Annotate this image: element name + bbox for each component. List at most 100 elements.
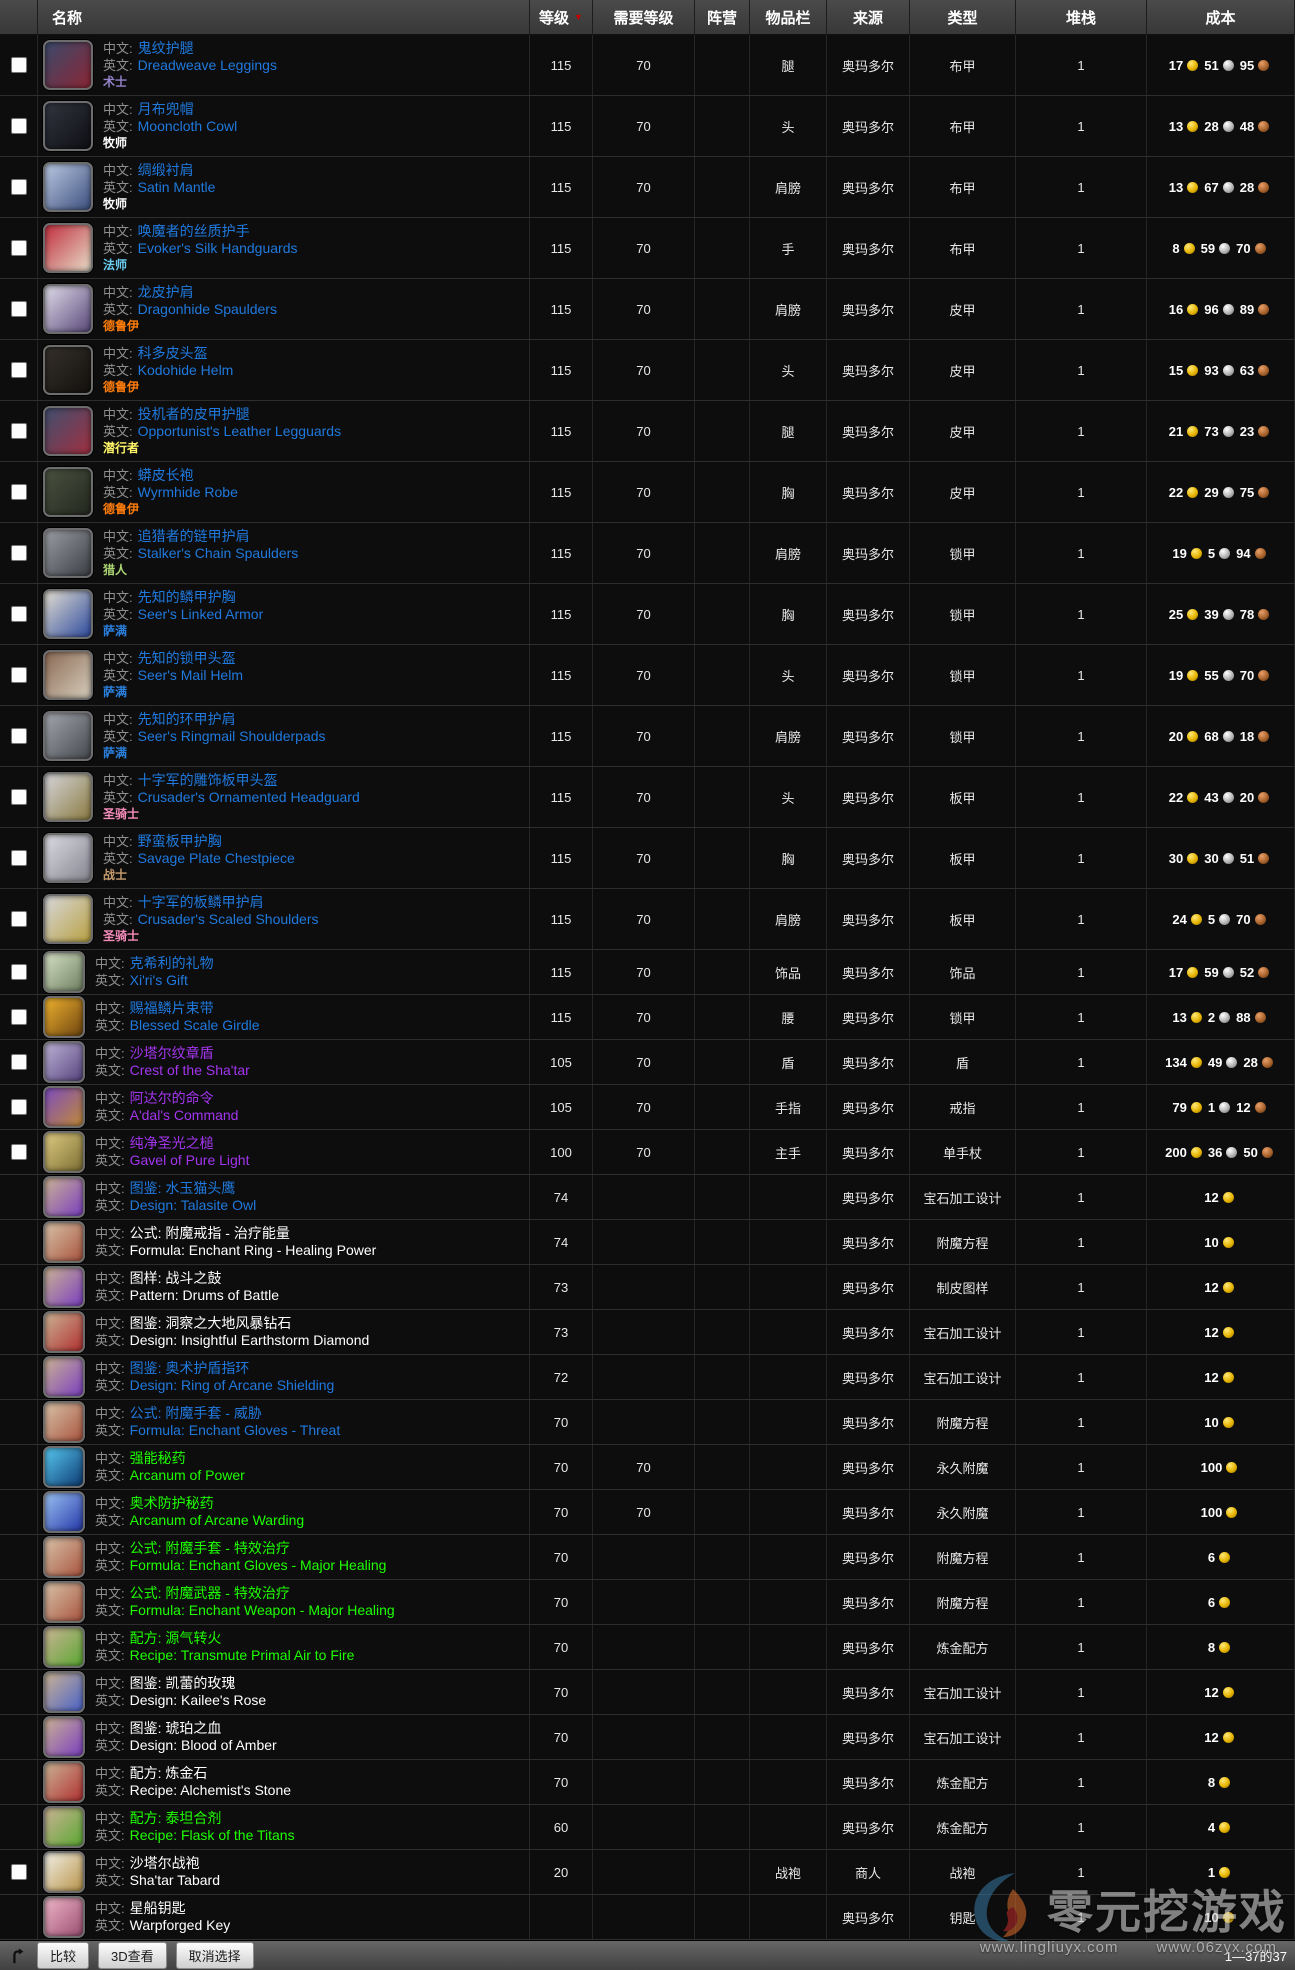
column-header-lvl[interactable]: 等级▼ (530, 0, 593, 35)
column-header-stack[interactable]: 堆栈 (1016, 0, 1147, 35)
item-icon[interactable] (43, 1626, 85, 1668)
item-name-zh[interactable]: 强能秘药 (130, 1450, 186, 1466)
item-icon[interactable] (43, 1671, 85, 1713)
item-name-zh[interactable]: 野蛮板甲护胸 (138, 833, 222, 849)
item-name-zh[interactable]: 月布兜帽 (138, 101, 194, 117)
item-icon[interactable] (43, 1446, 85, 1488)
item-name-zh[interactable]: 图鉴: 洞察之大地风暴钻石 (130, 1315, 292, 1331)
item-icon[interactable] (43, 467, 93, 517)
item-name-zh[interactable]: 蟒皮长袍 (138, 467, 194, 483)
item-name-en[interactable]: Design: Blood of Amber (130, 1737, 277, 1753)
item-name-en[interactable]: Gavel of Pure Light (130, 1152, 250, 1168)
item-name-zh[interactable]: 十字军的板鳞甲护肩 (138, 894, 264, 910)
item-icon[interactable] (43, 1806, 85, 1848)
item-icon[interactable] (43, 1896, 85, 1938)
item-name-en[interactable]: Seer's Linked Armor (138, 606, 264, 622)
item-icon[interactable] (43, 40, 93, 90)
item-name-zh[interactable]: 十字军的雕饰板甲头盔 (138, 772, 278, 788)
row-checkbox[interactable] (11, 850, 27, 866)
row-checkbox[interactable] (11, 606, 27, 622)
item-icon[interactable] (43, 1086, 85, 1128)
item-name-zh[interactable]: 图鉴: 水玉猫头鹰 (130, 1180, 236, 1196)
item-icon[interactable] (43, 162, 93, 212)
item-name-zh[interactable]: 公式: 附魔武器 - 特效治疗 (130, 1585, 290, 1601)
item-name-zh[interactable]: 先知的环甲护肩 (138, 711, 236, 727)
item-name-en[interactable]: Stalker's Chain Spaulders (138, 545, 299, 561)
row-checkbox[interactable] (11, 301, 27, 317)
row-checkbox[interactable] (11, 240, 27, 256)
column-header-type[interactable]: 类型 (910, 0, 1016, 35)
item-name-en[interactable]: Mooncloth Cowl (138, 118, 238, 134)
item-name-en[interactable]: Recipe: Transmute Primal Air to Fire (130, 1647, 355, 1663)
column-header-cost[interactable]: 成本 (1147, 0, 1295, 35)
item-name-en[interactable]: Opportunist's Leather Legguards (138, 423, 341, 439)
item-name-zh[interactable]: 先知的锁甲头盔 (138, 650, 236, 666)
row-checkbox[interactable] (11, 911, 27, 927)
item-icon[interactable] (43, 1131, 85, 1173)
item-name-zh[interactable]: 阿达尔的命令 (130, 1090, 214, 1106)
item-icon[interactable] (43, 406, 93, 456)
compare-button[interactable]: 比较 (37, 1942, 89, 1969)
item-name-zh[interactable]: 配方: 泰坦合剂 (130, 1810, 222, 1826)
item-icon[interactable] (43, 1581, 85, 1623)
item-icon[interactable] (43, 345, 93, 395)
item-name-en[interactable]: Design: Ring of Arcane Shielding (130, 1377, 335, 1393)
item-name-en[interactable]: Dragonhide Spaulders (138, 301, 277, 317)
row-checkbox[interactable] (11, 118, 27, 134)
item-icon[interactable] (43, 589, 93, 639)
item-name-en[interactable]: Kodohide Helm (138, 362, 234, 378)
item-name-zh[interactable]: 图鉴: 奥术护盾指环 (130, 1360, 250, 1376)
item-name-zh[interactable]: 科多皮头盔 (138, 345, 208, 361)
item-name-en[interactable]: Seer's Mail Helm (138, 667, 243, 683)
row-checkbox[interactable] (11, 1099, 27, 1115)
row-checkbox[interactable] (11, 728, 27, 744)
item-name-en[interactable]: Evoker's Silk Handguards (138, 240, 298, 256)
item-icon[interactable] (43, 1761, 85, 1803)
row-checkbox[interactable] (11, 1864, 27, 1880)
item-icon[interactable] (43, 1176, 85, 1218)
item-name-zh[interactable]: 公式: 附魔手套 - 威胁 (130, 1405, 262, 1421)
item-name-zh[interactable]: 公式: 附魔手套 - 特效治疗 (130, 1540, 290, 1556)
row-checkbox[interactable] (11, 179, 27, 195)
item-name-zh[interactable]: 配方: 源气转火 (130, 1630, 222, 1646)
item-name-en[interactable]: Sha'tar Tabard (130, 1872, 220, 1888)
item-icon[interactable] (43, 1221, 85, 1263)
item-icon[interactable] (43, 1851, 85, 1893)
item-name-en[interactable]: Crusader's Ornamented Headguard (138, 789, 360, 805)
column-header-src[interactable]: 来源 (827, 0, 910, 35)
row-checkbox[interactable] (11, 667, 27, 683)
item-name-en[interactable]: A'dal's Command (130, 1107, 239, 1123)
item-icon[interactable] (43, 951, 85, 993)
item-icon[interactable] (43, 894, 93, 944)
item-name-zh[interactable]: 图样: 战斗之鼓 (130, 1270, 222, 1286)
item-name-zh[interactable]: 纯净圣光之槌 (130, 1135, 214, 1151)
item-icon[interactable] (43, 772, 93, 822)
row-checkbox[interactable] (11, 789, 27, 805)
item-name-zh[interactable]: 星船钥匙 (130, 1900, 186, 1916)
row-checkbox[interactable] (11, 362, 27, 378)
item-icon[interactable] (43, 1401, 85, 1443)
item-name-zh[interactable]: 先知的鳞甲护胸 (138, 589, 236, 605)
item-icon[interactable] (43, 1266, 85, 1308)
item-name-en[interactable]: Satin Mantle (138, 179, 216, 195)
column-header-faction[interactable]: 阵营 (695, 0, 750, 35)
item-name-en[interactable]: Recipe: Alchemist's Stone (130, 1782, 291, 1798)
item-icon[interactable] (43, 833, 93, 883)
item-icon[interactable] (43, 1311, 85, 1353)
item-name-zh[interactable]: 图鉴: 凯蕾的玫瑰 (130, 1675, 236, 1691)
item-name-zh[interactable]: 唤魔者的丝质护手 (138, 223, 250, 239)
item-icon[interactable] (43, 1041, 85, 1083)
item-name-zh[interactable]: 龙皮护肩 (138, 284, 194, 300)
item-icon[interactable] (43, 284, 93, 334)
item-icon[interactable] (43, 101, 93, 151)
item-name-en[interactable]: Wyrmhide Robe (138, 484, 238, 500)
item-name-en[interactable]: Blessed Scale Girdle (130, 1017, 260, 1033)
item-name-zh[interactable]: 沙塔尔纹章盾 (130, 1045, 214, 1061)
item-icon[interactable] (43, 1716, 85, 1758)
item-name-en[interactable]: Design: Insightful Earthstorm Diamond (130, 1332, 370, 1348)
item-name-zh[interactable]: 配方: 炼金石 (130, 1765, 208, 1781)
column-header-slot[interactable]: 物品栏 (750, 0, 827, 35)
item-name-zh[interactable]: 公式: 附魔戒指 - 治疗能量 (130, 1225, 290, 1241)
item-name-en[interactable]: Recipe: Flask of the Titans (130, 1827, 295, 1843)
view-3d-button[interactable]: 3D查看 (98, 1942, 167, 1969)
